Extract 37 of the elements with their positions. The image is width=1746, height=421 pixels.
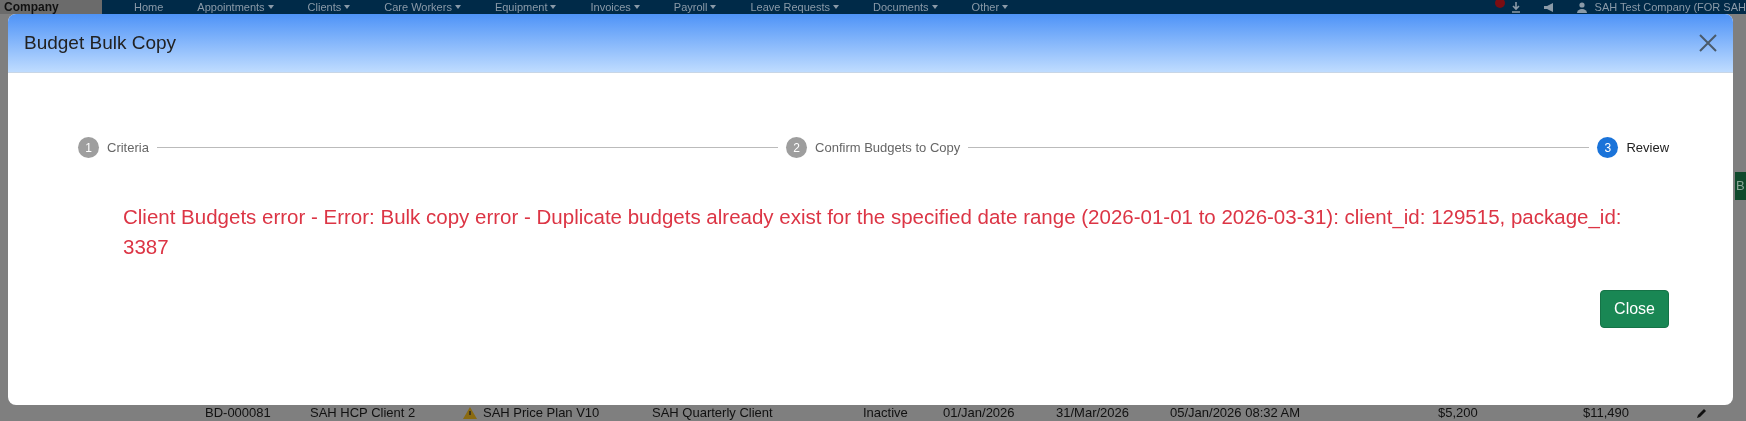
step-label: Review [1626, 140, 1669, 155]
table-cell: 31/Mar/2026 [1056, 405, 1129, 421]
notification-badge [1494, 0, 1505, 8]
nav-menu-item[interactable]: Appointments [197, 0, 274, 14]
step-label: Confirm Budgets to Copy [815, 140, 961, 155]
table-cell: SAH Price Plan V10 [483, 405, 600, 421]
nav-menu-item[interactable]: Home [134, 0, 164, 14]
step-label: Criteria [107, 140, 149, 155]
side-button[interactable]: B [1735, 172, 1746, 200]
step-number: 3 [1597, 137, 1619, 158]
nav-menu-item[interactable]: Invoices [590, 0, 640, 14]
nav-menu-item[interactable]: Other [971, 0, 1009, 14]
nav-menu-item[interactable]: Equipment [494, 0, 557, 14]
nav-menu-item[interactable]: Clients [307, 0, 351, 14]
nav-menu-item[interactable]: Payroll [673, 0, 717, 14]
table-cell: SAH HCP Client 2 [310, 405, 416, 421]
nav-menu-item[interactable]: Documents [872, 0, 938, 14]
edit-icon[interactable] [1696, 407, 1708, 419]
table-cell: 05/Jan/2026 08:32 AM [1170, 405, 1301, 421]
table-cell: BD-000081 [205, 405, 271, 421]
table-cell: $5,200 [1438, 405, 1478, 421]
user-menu[interactable]: SAH Test Company (FOR SAH [1594, 0, 1746, 14]
nav-menu-item[interactable]: Leave Requests [750, 0, 839, 14]
nav-menu-item[interactable]: Care Workers [384, 0, 461, 14]
table-cell: 01/Jan/2026 [943, 405, 1015, 421]
close-icon[interactable] [1699, 34, 1717, 52]
table-cell: Inactive [863, 405, 908, 421]
close-button[interactable]: Close [1600, 290, 1669, 328]
download-icon[interactable] [1510, 1, 1521, 13]
user-icon [1576, 1, 1587, 13]
modal-title: Budget Bulk Copy [24, 32, 177, 54]
table-cell: SAH Quarterly Client [652, 405, 773, 421]
table-cell: $11,490 [1583, 405, 1630, 421]
error-message: Client Budgets error - Error: Bulk copy error - Duplicate budgets already exist for the specified date range (2026-01-01 to 2026-03-31): client_id: 129515, package_id: 3387 [123, 204, 1623, 260]
brand-name: Company [0, 0, 102, 14]
step-number: 2 [786, 137, 808, 158]
step-number: 1 [78, 137, 99, 158]
